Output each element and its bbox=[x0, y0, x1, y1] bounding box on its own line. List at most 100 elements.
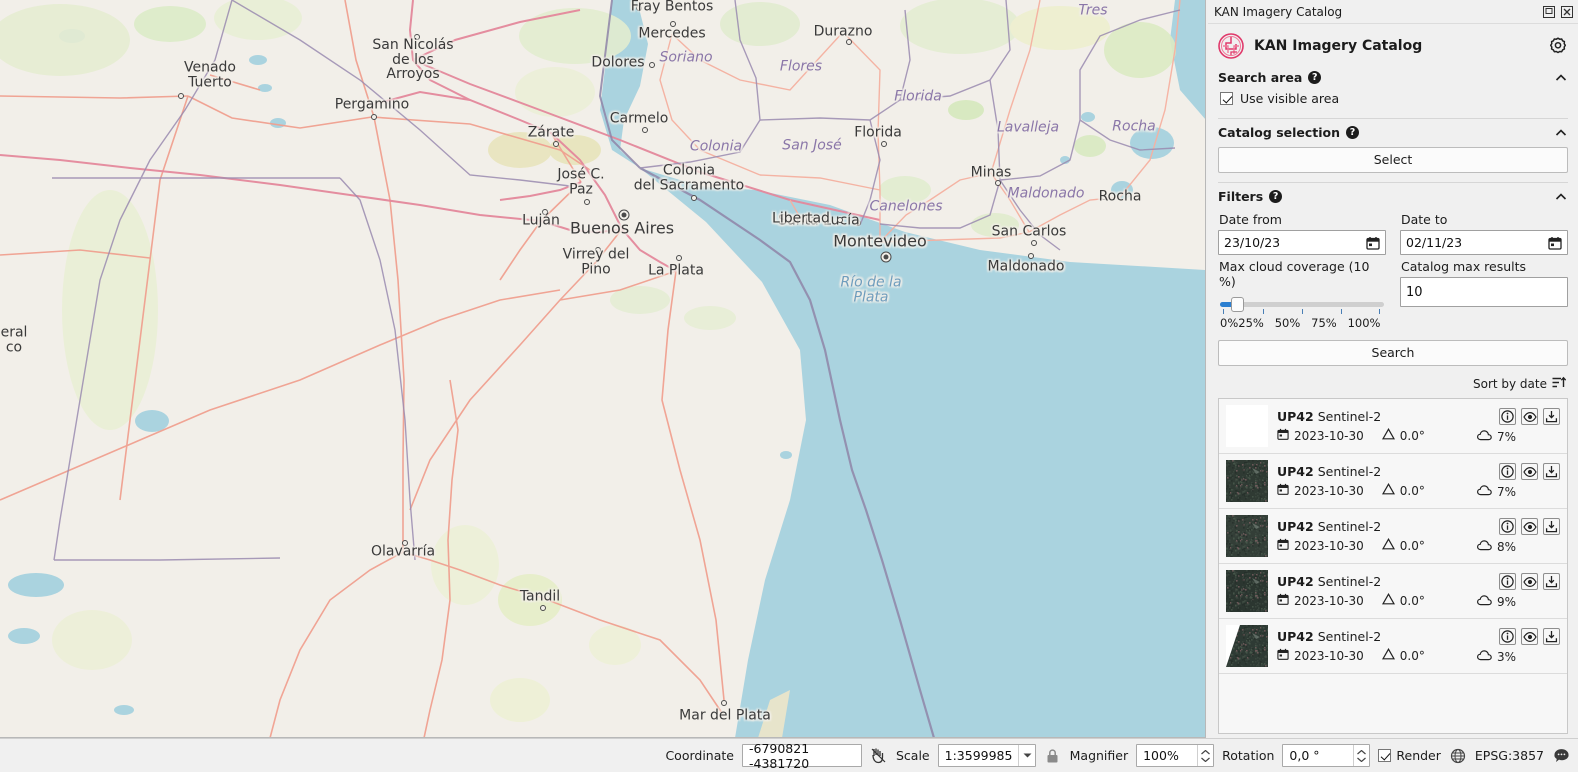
download-icon[interactable] bbox=[1543, 573, 1560, 590]
result-row[interactable]: UP42 Sentinel-2 2023-10-30 0.0° 3% bbox=[1219, 619, 1567, 674]
catalog-max-results-field[interactable]: 10 bbox=[1400, 277, 1568, 307]
result-thumbnail[interactable] bbox=[1226, 515, 1269, 558]
result-info: UP42 Sentinel-2 2023-10-30 0.0° bbox=[1277, 409, 1468, 443]
result-thumbnail[interactable] bbox=[1226, 570, 1269, 613]
map-city-marker bbox=[1101, 194, 1107, 200]
eye-icon[interactable] bbox=[1521, 408, 1538, 425]
result-actions: 7% bbox=[1476, 463, 1560, 499]
message-log-icon[interactable] bbox=[1552, 747, 1570, 765]
result-angle: 0.0° bbox=[1399, 483, 1425, 498]
section-filters-title: Filters bbox=[1218, 189, 1264, 204]
result-metadata: 2023-10-30 0.0° bbox=[1277, 537, 1468, 553]
scale-label: Scale bbox=[895, 748, 930, 763]
result-thumbnail[interactable] bbox=[1226, 405, 1268, 447]
rotation-spinbox[interactable]: 0,0 ° bbox=[1282, 744, 1371, 767]
float-icon[interactable] bbox=[1541, 4, 1556, 19]
render-toggle[interactable]: Render bbox=[1378, 748, 1441, 763]
help-icon[interactable]: ? bbox=[1269, 190, 1283, 203]
download-icon[interactable] bbox=[1543, 518, 1560, 535]
scale-combo[interactable]: 1:3599985 bbox=[937, 744, 1036, 767]
result-angle: 0.0° bbox=[1399, 648, 1425, 663]
download-icon[interactable] bbox=[1543, 463, 1560, 480]
section-filters-header[interactable]: Filters ? bbox=[1218, 183, 1568, 208]
map-city-marker bbox=[178, 93, 184, 99]
globe-icon[interactable] bbox=[1449, 747, 1467, 765]
cloud-icon bbox=[1476, 430, 1492, 444]
crs-label[interactable]: EPSG:3857 bbox=[1475, 748, 1544, 763]
section-search-area-header[interactable]: Search area ? bbox=[1218, 64, 1568, 89]
eye-icon[interactable] bbox=[1521, 463, 1538, 480]
info-icon[interactable] bbox=[1499, 628, 1516, 645]
magnifier-stepper[interactable] bbox=[1197, 745, 1213, 766]
calendar-icon bbox=[1277, 483, 1289, 498]
eye-icon[interactable] bbox=[1521, 628, 1538, 645]
map-city-marker bbox=[642, 127, 648, 133]
use-visible-area-row[interactable]: Use visible area bbox=[1218, 89, 1568, 111]
result-thumbnail[interactable] bbox=[1226, 625, 1269, 668]
result-row[interactable]: UP42 Sentinel-2 2023-10-30 0.0° 8% bbox=[1219, 509, 1567, 564]
chevron-up-icon[interactable] bbox=[1554, 126, 1568, 140]
result-metadata: 2023-10-30 0.0° bbox=[1277, 482, 1468, 498]
map-canvas[interactable]: Venado Tuerto San Nicolás de los Arroyos Perg… bbox=[0, 0, 1205, 737]
result-row[interactable]: UP42 Sentinel-2 2023-10-30 0.0° 7% bbox=[1219, 399, 1567, 454]
render-checkbox[interactable] bbox=[1378, 749, 1392, 762]
chevron-down-icon[interactable] bbox=[1018, 745, 1034, 766]
panel-titlebar: KAN Imagery Catalog bbox=[1208, 0, 1578, 24]
chevron-up-icon[interactable] bbox=[1554, 71, 1568, 85]
map-city-marker bbox=[721, 700, 727, 706]
section-catalog-selection-title: Catalog selection bbox=[1218, 125, 1341, 140]
cursor-capture-icon[interactable] bbox=[870, 747, 888, 765]
incidence-angle-icon bbox=[1381, 537, 1395, 553]
rotation-stepper[interactable] bbox=[1353, 745, 1369, 766]
calendar-icon[interactable] bbox=[1548, 236, 1562, 250]
rotation-value: 0,0 ° bbox=[1289, 748, 1320, 763]
map-canvas-area[interactable]: Venado Tuerto San Nicolás de los Arroyos Perg… bbox=[0, 0, 1206, 738]
select-catalog-button[interactable]: Select bbox=[1218, 147, 1568, 173]
date-to-field[interactable]: 02/11/23 bbox=[1400, 230, 1568, 255]
cloud-icon bbox=[1476, 595, 1492, 609]
sort-by-date-control[interactable]: Sort by date bbox=[1218, 368, 1568, 398]
result-date: 2023-10-30 bbox=[1294, 648, 1364, 663]
date-from-label: Date from bbox=[1219, 212, 1282, 227]
catalog-max-results-value: 10 bbox=[1406, 284, 1423, 300]
close-icon[interactable] bbox=[1559, 4, 1574, 19]
coordinate-input[interactable]: -6790821 -4381720 bbox=[741, 741, 862, 771]
date-from-field[interactable]: 23/10/23 bbox=[1218, 230, 1386, 255]
panel-window-title: KAN Imagery Catalog bbox=[1214, 4, 1343, 19]
result-row[interactable]: UP42 Sentinel-2 2023-10-30 0.0° 7% bbox=[1219, 454, 1567, 509]
download-icon[interactable] bbox=[1543, 408, 1560, 425]
result-actions: 3% bbox=[1476, 628, 1560, 664]
info-icon[interactable] bbox=[1499, 573, 1516, 590]
eye-icon[interactable] bbox=[1521, 573, 1538, 590]
result-row[interactable]: UP42 Sentinel-2 2023-10-30 0.0° 9% bbox=[1219, 564, 1567, 619]
map-city-marker bbox=[995, 180, 1001, 186]
magnifier-spinbox[interactable]: 100% bbox=[1136, 744, 1215, 767]
use-visible-area-checkbox[interactable] bbox=[1220, 92, 1233, 105]
results-list[interactable]: UP42 Sentinel-2 2023-10-30 0.0° 7% UP42 Sent… bbox=[1218, 398, 1568, 734]
info-icon[interactable] bbox=[1499, 408, 1516, 425]
eye-icon[interactable] bbox=[1521, 518, 1538, 535]
chevron-up-icon[interactable] bbox=[1554, 190, 1568, 204]
info-icon[interactable] bbox=[1499, 518, 1516, 535]
result-date: 2023-10-30 bbox=[1294, 428, 1364, 443]
result-angle: 0.0° bbox=[1399, 593, 1425, 608]
help-icon[interactable]: ? bbox=[1346, 126, 1360, 139]
map-city-marker bbox=[691, 195, 697, 201]
catalog-max-results-label: Catalog max results bbox=[1401, 259, 1527, 274]
lock-icon[interactable] bbox=[1044, 747, 1062, 765]
status-bar: Coordinate -6790821 -4381720 Scale 1:359… bbox=[0, 738, 1578, 772]
info-icon[interactable] bbox=[1499, 463, 1516, 480]
map-city-marker bbox=[1031, 240, 1037, 246]
download-icon[interactable] bbox=[1543, 628, 1560, 645]
kan-imagery-catalog-panel[interactable]: KAN Imagery Catalog KAN Imagery Catalog … bbox=[1208, 0, 1578, 738]
calendar-icon[interactable] bbox=[1366, 236, 1380, 250]
max-cloud-coverage-slider[interactable]: 0% 25% 50% 75% 100% bbox=[1218, 292, 1386, 330]
sort-ascending-icon[interactable] bbox=[1552, 376, 1567, 392]
slider-track[interactable] bbox=[1220, 297, 1384, 312]
map-city-marker bbox=[881, 141, 887, 147]
section-catalog-selection-header[interactable]: Catalog selection ? bbox=[1218, 119, 1568, 144]
result-thumbnail[interactable] bbox=[1226, 460, 1269, 503]
help-icon[interactable]: ? bbox=[1308, 71, 1322, 84]
search-button[interactable]: Search bbox=[1218, 340, 1568, 366]
gear-icon[interactable] bbox=[1548, 36, 1568, 56]
